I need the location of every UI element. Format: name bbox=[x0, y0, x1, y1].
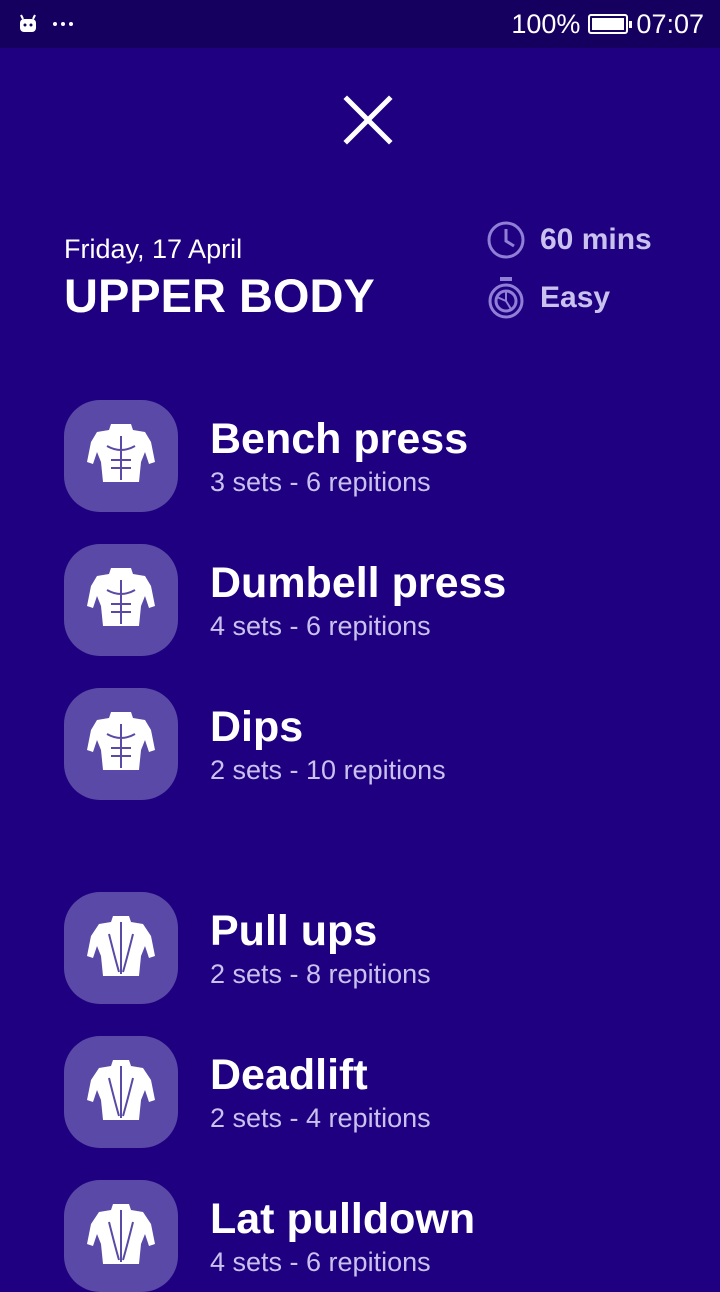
exercise-item[interactable]: Pull ups 2 sets - 8 repitions bbox=[64, 892, 664, 1004]
battery-icon bbox=[588, 14, 633, 34]
exercise-detail: 4 sets - 6 repitions bbox=[210, 610, 431, 641]
exercise-item[interactable]: Dumbell press 4 sets - 6 repitions bbox=[64, 544, 664, 656]
exercise-thumbnail bbox=[64, 400, 178, 512]
more-dots-icon bbox=[53, 22, 73, 26]
exercise-detail: 4 sets - 6 repitions bbox=[210, 1246, 431, 1277]
exercise-item[interactable]: Bench press 3 sets - 6 repitions bbox=[64, 400, 664, 512]
exercise-name: Deadlift bbox=[210, 1050, 368, 1099]
duration-row: 60 mins bbox=[486, 220, 652, 260]
exercise-item[interactable]: Deadlift 2 sets - 4 repitions bbox=[64, 1036, 664, 1148]
exercise-thumbnail bbox=[64, 544, 178, 656]
exercise-thumbnail bbox=[64, 1180, 178, 1292]
exercise-thumbnail bbox=[64, 688, 178, 800]
chest-muscle-icon bbox=[87, 424, 155, 482]
exercise-thumbnail bbox=[64, 1036, 178, 1148]
close-icon bbox=[343, 95, 393, 145]
android-icon bbox=[20, 14, 36, 32]
exercise-detail: 2 sets - 4 repitions bbox=[210, 1102, 431, 1133]
exercise-name: Bench press bbox=[210, 414, 469, 463]
exercise-detail: 3 sets - 6 repitions bbox=[210, 466, 431, 497]
exercise-detail: 2 sets - 10 repitions bbox=[210, 754, 446, 785]
close-button[interactable] bbox=[338, 90, 398, 150]
exercise-name: Lat pulldown bbox=[210, 1194, 476, 1243]
workout-title: UPPER BODY bbox=[64, 269, 375, 322]
back-muscle-icon bbox=[87, 1060, 155, 1120]
stopwatch-icon bbox=[488, 277, 524, 319]
difficulty-label: Easy bbox=[540, 281, 611, 314]
chest-muscle-icon bbox=[87, 568, 155, 626]
chest-muscle-icon bbox=[87, 712, 155, 770]
battery-percent: 100% bbox=[511, 8, 581, 39]
exercise-thumbnail bbox=[64, 892, 178, 1004]
difficulty-row: Easy bbox=[486, 276, 610, 320]
exercise-name: Pull ups bbox=[210, 906, 378, 955]
exercise-item[interactable]: Lat pulldown 4 sets - 6 repitions bbox=[64, 1180, 664, 1292]
clock-time: 07:07 bbox=[636, 8, 704, 39]
exercise-name: Dips bbox=[210, 702, 304, 751]
exercise-name: Dumbell press bbox=[210, 558, 507, 607]
exercise-item[interactable]: Dips 2 sets - 10 repitions bbox=[64, 688, 664, 800]
clock-icon bbox=[487, 221, 525, 259]
back-muscle-icon bbox=[87, 1204, 155, 1264]
back-muscle-icon bbox=[87, 916, 155, 976]
duration-label: 60 mins bbox=[540, 223, 652, 256]
exercise-detail: 2 sets - 8 repitions bbox=[210, 958, 431, 989]
status-bar: 100% 07:07 bbox=[0, 0, 720, 48]
workout-date: Friday, 17 April bbox=[64, 234, 243, 264]
